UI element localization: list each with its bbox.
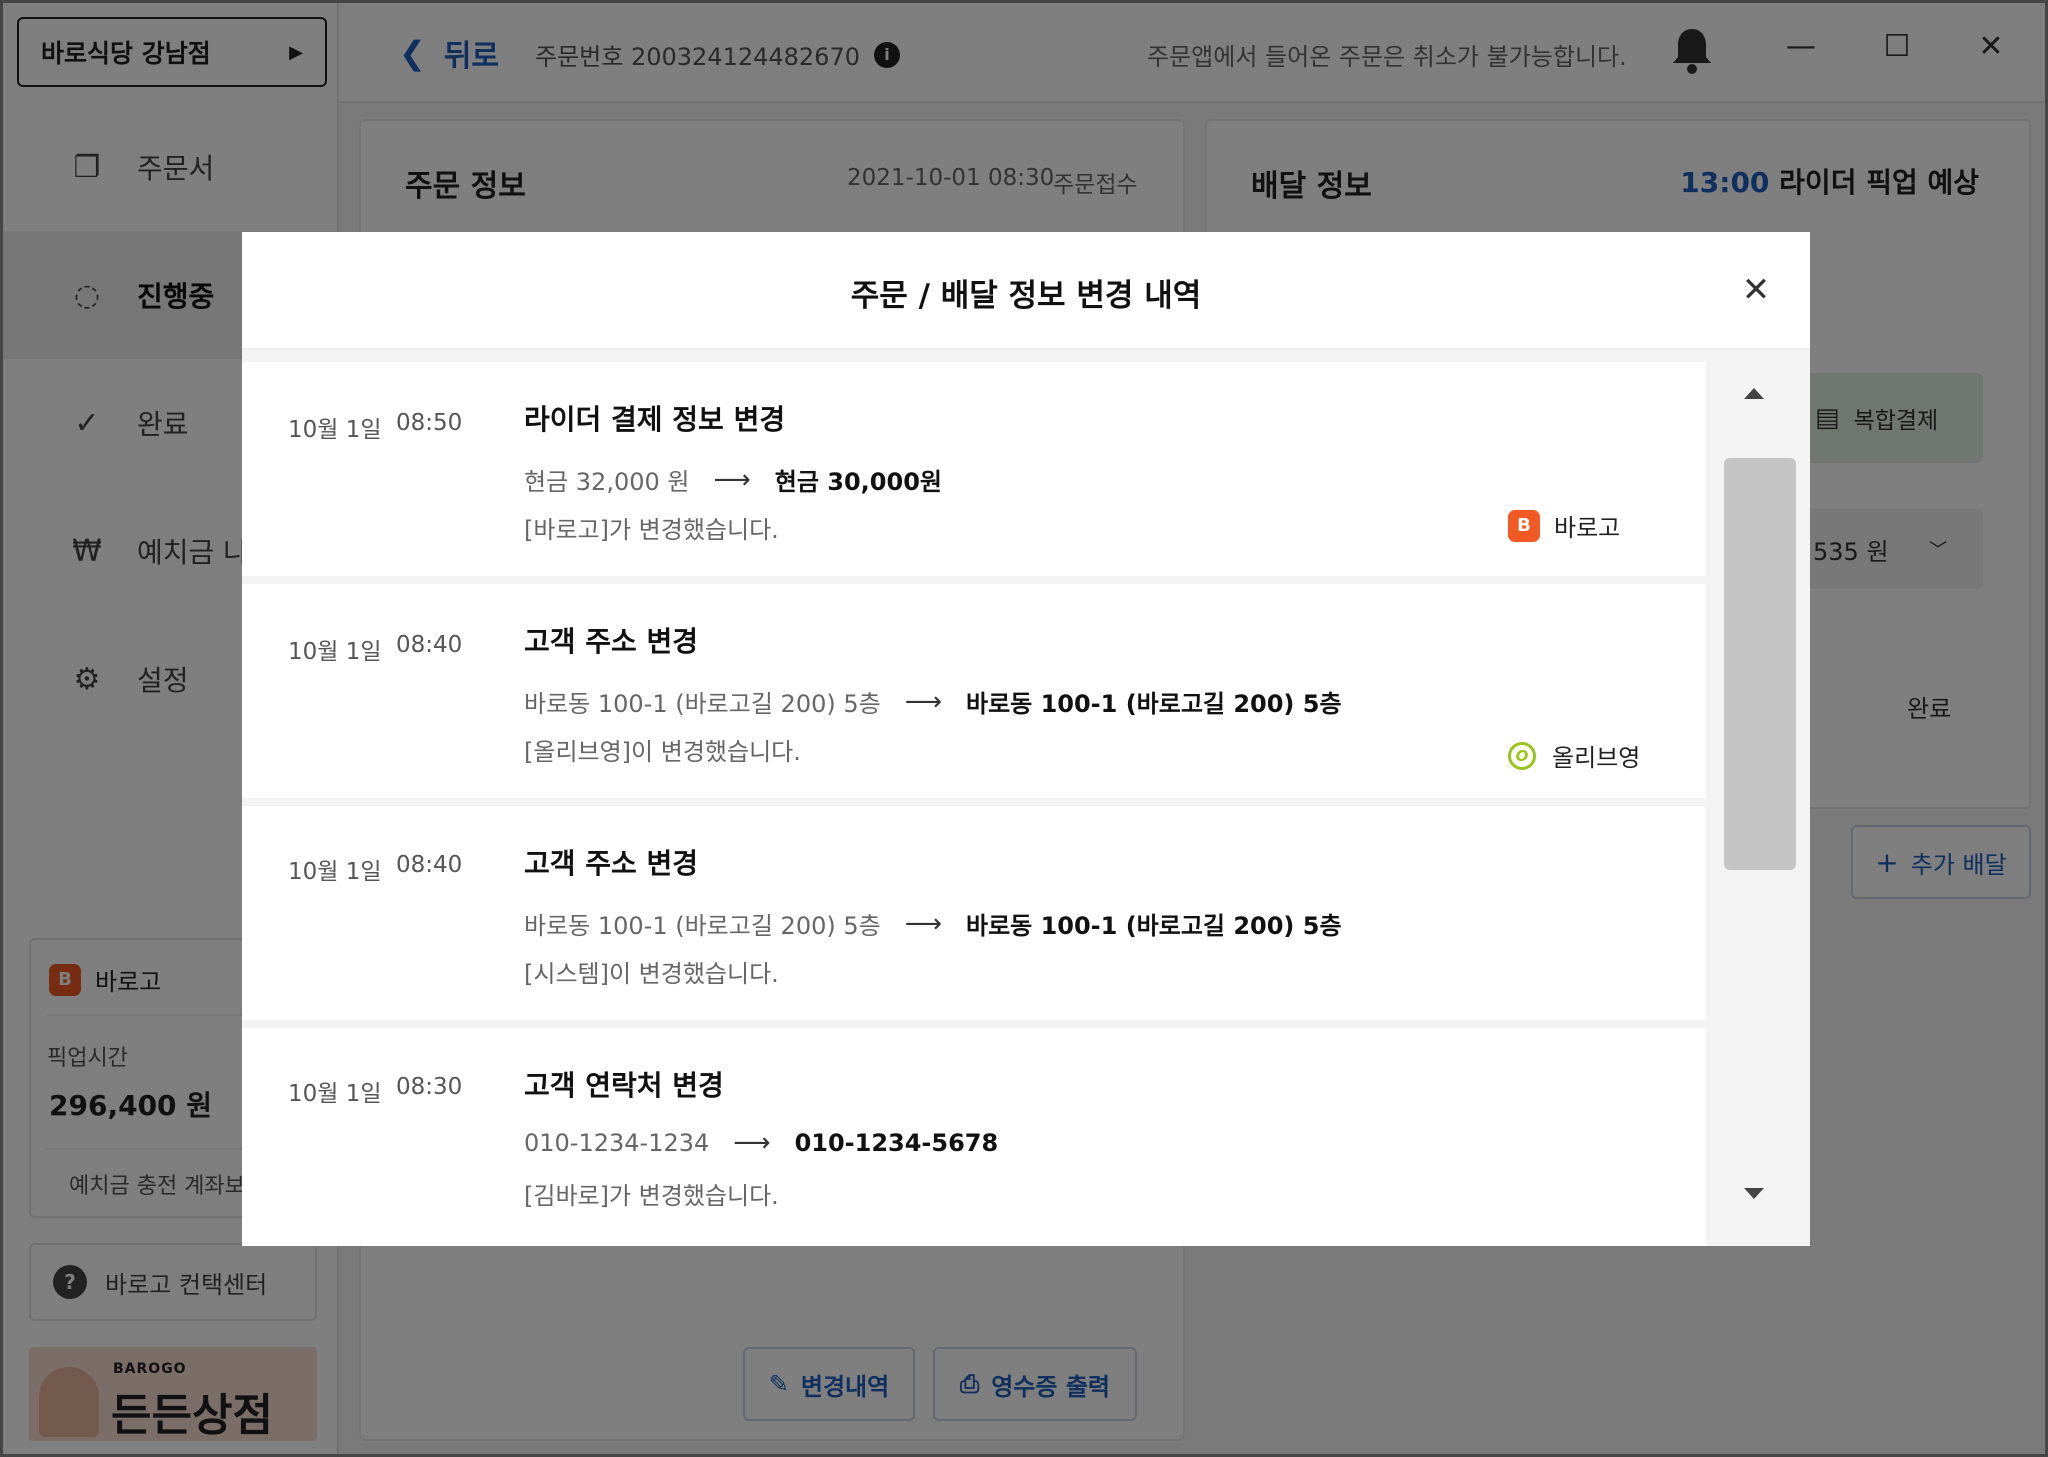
history-source: O 올리브영 — [1508, 738, 1640, 773]
history-before: 현금 32,000 원 — [524, 468, 690, 496]
arrow-right-icon: ⟶ — [904, 908, 942, 939]
modal-title: 주문 / 배달 정보 변경 내역 — [850, 278, 1202, 314]
history-change: 010-1234-1234 ⟶ 010-1234-5678 — [524, 1128, 998, 1158]
history-source: B 바로고 — [1508, 508, 1620, 543]
history-item: 10월 1일 08:30 고객 연락처 변경 010-1234-1234 ⟶ 0… — [242, 1028, 1706, 1246]
history-title: 라이더 결제 정보 변경 — [524, 403, 786, 436]
scroll-thumb[interactable] — [1724, 458, 1796, 870]
history-before: 바로동 100-1 (바로고길 200) 5층 — [524, 690, 881, 718]
modal-header: 주문 / 배달 정보 변경 내역 ✕ — [242, 232, 1810, 350]
history-list: 10월 1일 08:50 라이더 결제 정보 변경 현금 32,000 원 ⟶ … — [242, 362, 1706, 1246]
history-after: 바로동 100-1 (바로고길 200) 5층 — [965, 912, 1342, 940]
history-changed-by: [시스템]이 변경했습니다. — [524, 960, 779, 988]
history-before: 바로동 100-1 (바로고길 200) 5층 — [524, 912, 881, 940]
history-change: 바로동 100-1 (바로고길 200) 5층 ⟶ 바로동 100-1 (바로고… — [524, 906, 1342, 941]
history-date: 10월 1일 — [288, 1081, 382, 1107]
history-time: 08:30 — [396, 1074, 463, 1100]
history-changed-by: [바로고]가 변경했습니다. — [524, 516, 779, 544]
scrollbar[interactable] — [1706, 362, 1810, 1246]
arrow-right-icon: ⟶ — [733, 1128, 771, 1158]
scroll-down-icon[interactable] — [1744, 1188, 1764, 1199]
history-item: 10월 1일 08:50 라이더 결제 정보 변경 현금 32,000 원 ⟶ … — [242, 362, 1706, 576]
history-time: 08:50 — [396, 410, 463, 436]
history-changed-by: [김바로]가 변경했습니다. — [524, 1182, 779, 1210]
history-date: 10월 1일 — [288, 639, 382, 665]
history-time: 08:40 — [396, 852, 463, 878]
history-after: 바로동 100-1 (바로고길 200) 5층 — [965, 690, 1342, 718]
close-icon[interactable]: ✕ — [1732, 266, 1780, 314]
history-before: 010-1234-1234 — [524, 1129, 710, 1157]
arrow-right-icon: ⟶ — [713, 464, 751, 495]
arrow-right-icon: ⟶ — [904, 686, 942, 717]
history-change: 바로동 100-1 (바로고길 200) 5층 ⟶ 바로동 100-1 (바로고… — [524, 684, 1342, 719]
history-title: 고객 연락처 변경 — [524, 1069, 724, 1102]
history-item: 10월 1일 08:40 고객 주소 변경 바로동 100-1 (바로고길 20… — [242, 806, 1706, 1020]
history-source-name: 바로고 — [1554, 514, 1621, 542]
oliveyoung-logo-icon: O — [1508, 741, 1536, 770]
history-date: 10월 1일 — [288, 417, 382, 443]
history-time: 08:40 — [396, 632, 463, 658]
change-history-modal: 주문 / 배달 정보 변경 내역 ✕ 10월 1일 08:50 라이더 결제 정… — [242, 232, 1810, 1246]
history-title: 고객 주소 변경 — [524, 625, 699, 658]
history-title: 고객 주소 변경 — [524, 847, 699, 880]
history-after: 현금 30,000원 — [774, 468, 942, 496]
barogo-logo-icon: B — [1508, 509, 1540, 542]
history-item: 10월 1일 08:40 고객 주소 변경 바로동 100-1 (바로고길 20… — [242, 584, 1706, 798]
history-after: 010-1234-5678 — [794, 1129, 999, 1157]
history-change: 현금 32,000 원 ⟶ 현금 30,000원 — [524, 462, 942, 497]
scroll-up-icon[interactable] — [1744, 388, 1764, 399]
history-changed-by: [올리브영]이 변경했습니다. — [524, 738, 801, 766]
history-date: 10월 1일 — [288, 859, 382, 885]
history-source-name: 올리브영 — [1552, 744, 1641, 772]
